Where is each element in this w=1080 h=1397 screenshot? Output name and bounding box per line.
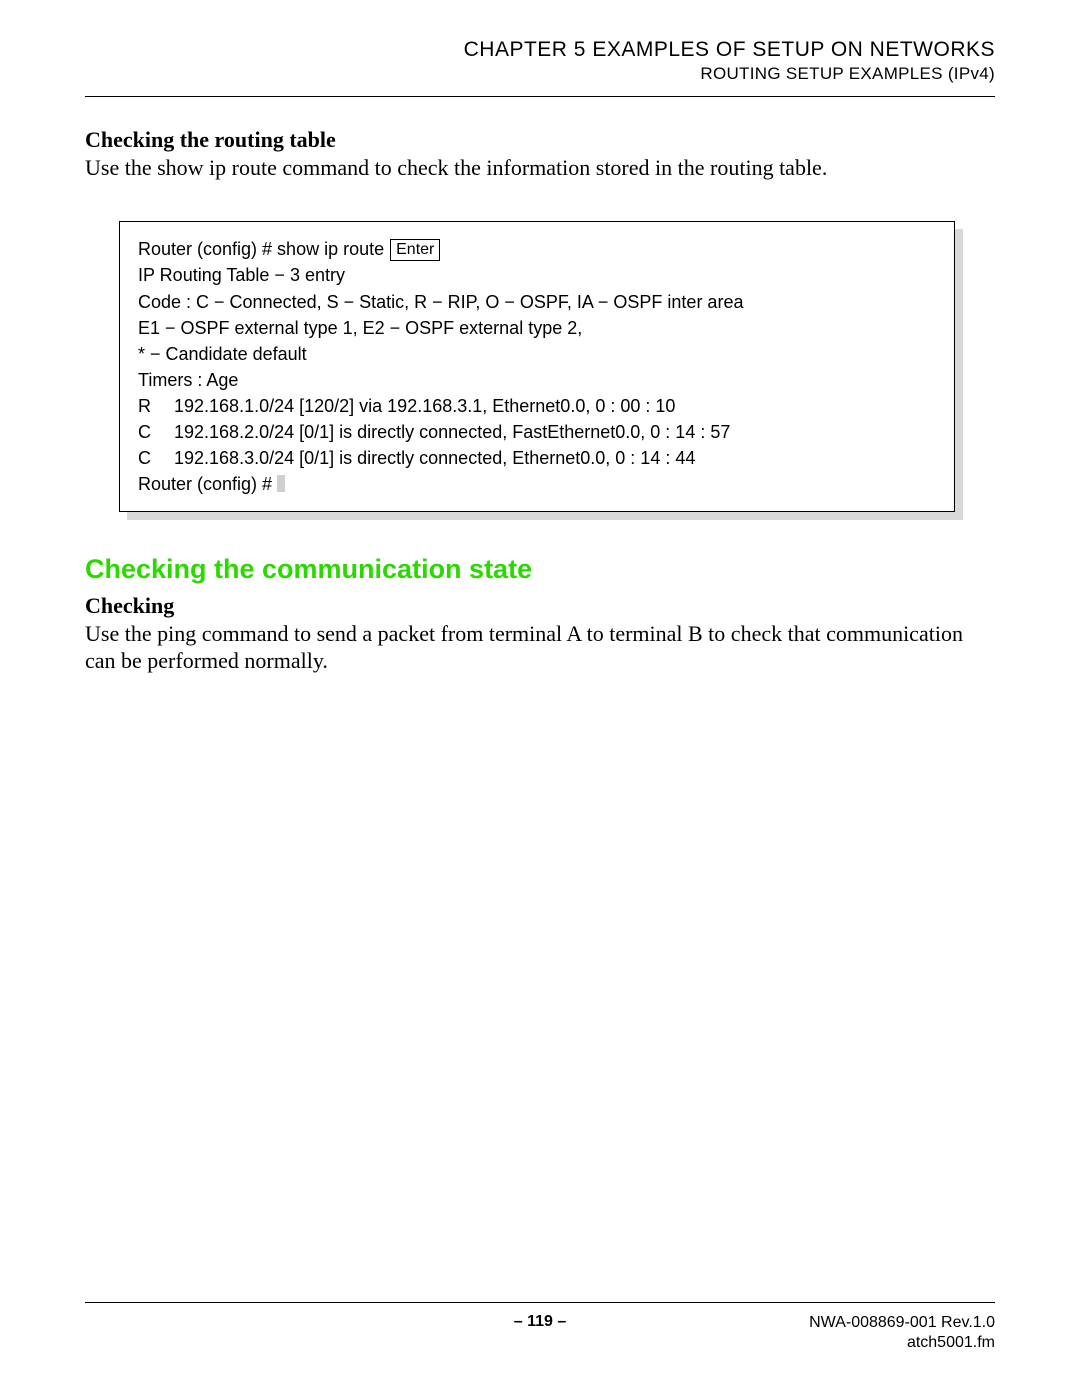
section2-text: Use the ping command to send a packet fr…: [85, 621, 995, 674]
prompt-end: Router (config) #: [138, 474, 277, 494]
code-line: * − Candidate default: [138, 341, 936, 367]
section2-heading: Checking the communication state: [85, 554, 995, 585]
code-line: E1 − OSPF external type 1, E2 − OSPF ext…: [138, 315, 936, 341]
section1-heading: Checking the routing table: [85, 127, 995, 153]
route-code: R: [138, 393, 174, 419]
code-box: Router (config) # show ip route Enter IP…: [119, 221, 955, 512]
section1-text: Use the show ip route command to check t…: [85, 155, 995, 181]
section2-subhead: Checking: [85, 593, 995, 619]
doc-file: atch5001.fm: [809, 1333, 995, 1353]
section-title: ROUTING SETUP EXAMPLES (IPv4): [85, 64, 995, 84]
page-number: – 119 –: [85, 1313, 995, 1331]
route-code: C: [138, 419, 174, 445]
header-rule: [85, 96, 995, 97]
prompt-command: Router (config) # show ip route: [138, 239, 389, 259]
code-line: IP Routing Table − 3 entry: [138, 262, 936, 288]
route-text: 192.168.3.0/24 [0/1] is directly connect…: [174, 448, 695, 468]
route-entry: C192.168.3.0/24 [0/1] is directly connec…: [138, 445, 936, 471]
terminal-output-block: Router (config) # show ip route Enter IP…: [119, 221, 955, 512]
cursor-icon: [277, 475, 285, 492]
enter-key: Enter: [390, 239, 440, 261]
chapter-title: CHAPTER 5 EXAMPLES OF SETUP ON NETWORKS: [85, 38, 995, 62]
route-text: 192.168.2.0/24 [0/1] is directly connect…: [174, 422, 730, 442]
route-code: C: [138, 445, 174, 471]
route-text: 192.168.1.0/24 [120/2] via 192.168.3.1, …: [174, 396, 675, 416]
code-line: Code : C − Connected, S − Static, R − RI…: [138, 289, 936, 315]
route-entry: R192.168.1.0/24 [120/2] via 192.168.3.1,…: [138, 393, 936, 419]
code-line: Router (config) #: [138, 471, 936, 497]
code-line: Router (config) # show ip route Enter: [138, 236, 936, 262]
route-entry: C192.168.2.0/24 [0/1] is directly connec…: [138, 419, 936, 445]
page-header: CHAPTER 5 EXAMPLES OF SETUP ON NETWORKS …: [85, 38, 995, 84]
footer-rule: [85, 1302, 995, 1303]
code-line: Timers : Age: [138, 367, 936, 393]
page-footer: – 119 – NWA-008869-001 Rev.1.0 atch5001.…: [85, 1302, 995, 1353]
